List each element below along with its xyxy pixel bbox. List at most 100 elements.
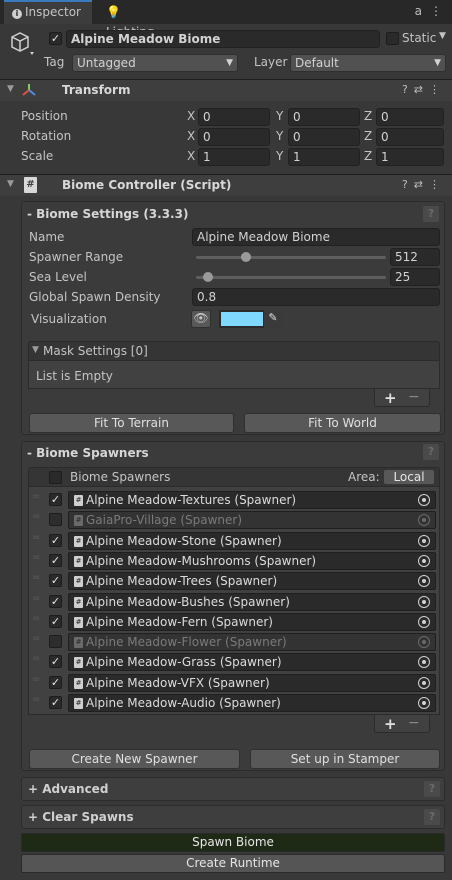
help-icon[interactable]: ? [424, 781, 440, 797]
transform-position-x-field[interactable]: 0 [198, 108, 270, 126]
spawner-enabled-checkbox[interactable] [49, 513, 62, 527]
transform-rotation-x-field[interactable]: 0 [198, 128, 270, 146]
select-all-checkbox[interactable] [49, 471, 62, 484]
object-picker-icon[interactable] [418, 676, 430, 689]
tag-dropdown[interactable]: Untagged ▼ [72, 54, 238, 72]
menu-dots-icon[interactable]: ⋮ [430, 4, 442, 18]
spawner-range-field[interactable]: 512 [390, 248, 440, 266]
spawner-enabled-checkbox[interactable]: ✓ [49, 574, 62, 588]
help-icon[interactable]: ? [423, 444, 439, 460]
axis-y-label[interactable]: Y [276, 129, 283, 143]
drag-handle-icon[interactable]: = [32, 532, 40, 542]
drag-handle-icon[interactable]: = [32, 593, 40, 603]
drag-handle-icon[interactable]: = [32, 512, 40, 522]
transform-header[interactable]: ▼ Transform ?⇄⋮ [0, 79, 452, 101]
spawner-enabled-checkbox[interactable] [49, 635, 62, 649]
spawner-object-field[interactable]: # Alpine Meadow-Trees (Spawner) [68, 572, 436, 591]
active-checkbox[interactable]: ✓ [49, 32, 62, 45]
axis-z-label[interactable]: Z [364, 129, 372, 143]
static-dropdown-arrow-icon[interactable]: ▼ [439, 31, 446, 41]
transform-rotation-z-field[interactable]: 0 [376, 128, 444, 146]
menu-dots-icon[interactable]: ⋮ [429, 83, 446, 96]
object-picker-icon[interactable] [418, 514, 430, 527]
spawner-object-field[interactable]: # Alpine Meadow-VFX (Spawner) [68, 673, 436, 692]
area-local-button[interactable]: Local [384, 470, 434, 484]
spawner-object-field[interactable]: # Alpine Meadow-Textures (Spawner) [68, 491, 436, 509]
gameobject-cube-icon[interactable] [8, 30, 34, 56]
object-picker-icon[interactable] [418, 656, 430, 669]
layer-dropdown[interactable]: Default ▼ [290, 54, 446, 72]
spawner-range-slider-track[interactable] [196, 256, 386, 259]
sea-level-field[interactable]: 25 [390, 268, 440, 286]
spawner-enabled-checkbox[interactable]: ✓ [49, 533, 62, 547]
visualization-color-swatch[interactable] [219, 310, 265, 328]
lock-icon[interactable]: a [415, 4, 422, 18]
axis-x-label[interactable]: X [187, 149, 195, 163]
drag-handle-icon[interactable]: = [32, 573, 40, 583]
biome-spawners-header[interactable]: - Biome Spawners [27, 446, 149, 460]
object-picker-icon[interactable] [418, 615, 430, 628]
transform-position-y-field[interactable]: 0 [288, 108, 360, 126]
remove-icon[interactable]: − [408, 389, 420, 405]
spawner-enabled-checkbox[interactable]: ✓ [49, 614, 62, 628]
tab-inspector[interactable]: i Inspector [4, 0, 92, 24]
axis-x-label[interactable]: X [187, 109, 195, 123]
foldout-arrow-icon[interactable]: ▼ [7, 84, 14, 94]
eye-icon[interactable]: 👁 [191, 310, 211, 328]
drag-handle-icon[interactable]: = [32, 552, 40, 562]
advanced-section[interactable]: + Advanced ? [21, 777, 445, 801]
spawner-object-field[interactable]: # Alpine Meadow-Bushes (Spawner) [68, 592, 436, 611]
menu-dots-icon[interactable]: ⋮ [429, 178, 446, 191]
drag-handle-icon[interactable]: = [32, 613, 40, 623]
object-picker-icon[interactable] [418, 697, 430, 709]
object-name-field[interactable]: Alpine Meadow Biome [66, 30, 380, 48]
axis-z-label[interactable]: Z [364, 149, 372, 163]
tab-lighting[interactable]: 💡Lighting [98, 2, 178, 39]
remove-icon[interactable]: − [408, 715, 420, 731]
spawner-enabled-checkbox[interactable]: ✓ [49, 675, 62, 689]
object-picker-icon[interactable] [418, 575, 430, 588]
presets-icon[interactable]: ⇄ [414, 178, 429, 191]
object-picker-icon[interactable] [418, 595, 430, 608]
spawner-object-field[interactable]: # Alpine Meadow-Grass (Spawner) [68, 653, 436, 672]
spawner-object-field[interactable]: # Alpine Meadow-Stone (Spawner) [68, 531, 436, 550]
axis-x-label[interactable]: X [187, 129, 195, 143]
set-up-in-stamper-button[interactable]: Set up in Stamper [250, 749, 440, 769]
object-picker-icon[interactable] [418, 494, 430, 506]
eyedropper-icon[interactable]: ✎ [264, 310, 282, 328]
fit-to-terrain-button[interactable]: Fit To Terrain [29, 413, 234, 433]
spawner-object-field[interactable]: # Alpine Meadow-Flower (Spawner) [68, 633, 436, 652]
help-icon[interactable]: ? [424, 809, 440, 825]
drag-handle-icon[interactable]: = [32, 695, 40, 705]
create-new-spawner-button[interactable]: Create New Spawner [29, 749, 240, 769]
help-icon[interactable]: ? [423, 206, 439, 222]
axis-z-label[interactable]: Z [364, 109, 372, 123]
object-picker-icon[interactable] [418, 636, 430, 649]
object-picker-icon[interactable] [418, 554, 430, 567]
foldout-arrow-icon[interactable]: ▼ [7, 179, 14, 189]
spawner-enabled-checkbox[interactable]: ✓ [49, 594, 62, 608]
help-icon[interactable]: ? [402, 83, 414, 96]
global-spawn-density-field[interactable]: 0.8 [192, 288, 440, 306]
transform-rotation-y-field[interactable]: 0 [288, 128, 360, 146]
add-icon[interactable]: + [384, 389, 397, 407]
axis-y-label[interactable]: Y [276, 109, 283, 123]
mask-settings-header[interactable]: ▼ Mask Settings [0] [28, 341, 440, 361]
spawner-object-field[interactable]: # GaiaPro-Village (Spawner) [68, 511, 436, 530]
spawner-object-field[interactable]: # Alpine Meadow-Mushrooms (Spawner) [68, 551, 436, 570]
fit-to-world-button[interactable]: Fit To World [244, 413, 441, 433]
static-label[interactable]: Static [402, 31, 436, 45]
add-icon[interactable]: + [384, 715, 397, 733]
name-field[interactable]: Alpine Meadow Biome [192, 228, 440, 246]
foldout-arrow-icon[interactable]: ▼ [32, 345, 39, 355]
create-runtime-button[interactable]: Create Runtime [21, 854, 445, 873]
spawner-range-slider-handle[interactable] [241, 252, 251, 262]
axis-y-label[interactable]: Y [276, 149, 283, 163]
biome-settings-header[interactable]: - Biome Settings (3.3.3) [27, 207, 188, 221]
spawner-object-field[interactable]: # Alpine Meadow-Audio (Spawner) [68, 694, 436, 712]
spawn-biome-button[interactable]: Spawn Biome [21, 833, 445, 852]
spawner-enabled-checkbox[interactable]: ✓ [49, 493, 62, 506]
spawner-enabled-checkbox[interactable]: ✓ [49, 553, 62, 567]
clear-spawns-section[interactable]: + Clear Spawns ? [21, 805, 445, 829]
transform-scale-x-field[interactable]: 1 [198, 148, 270, 166]
